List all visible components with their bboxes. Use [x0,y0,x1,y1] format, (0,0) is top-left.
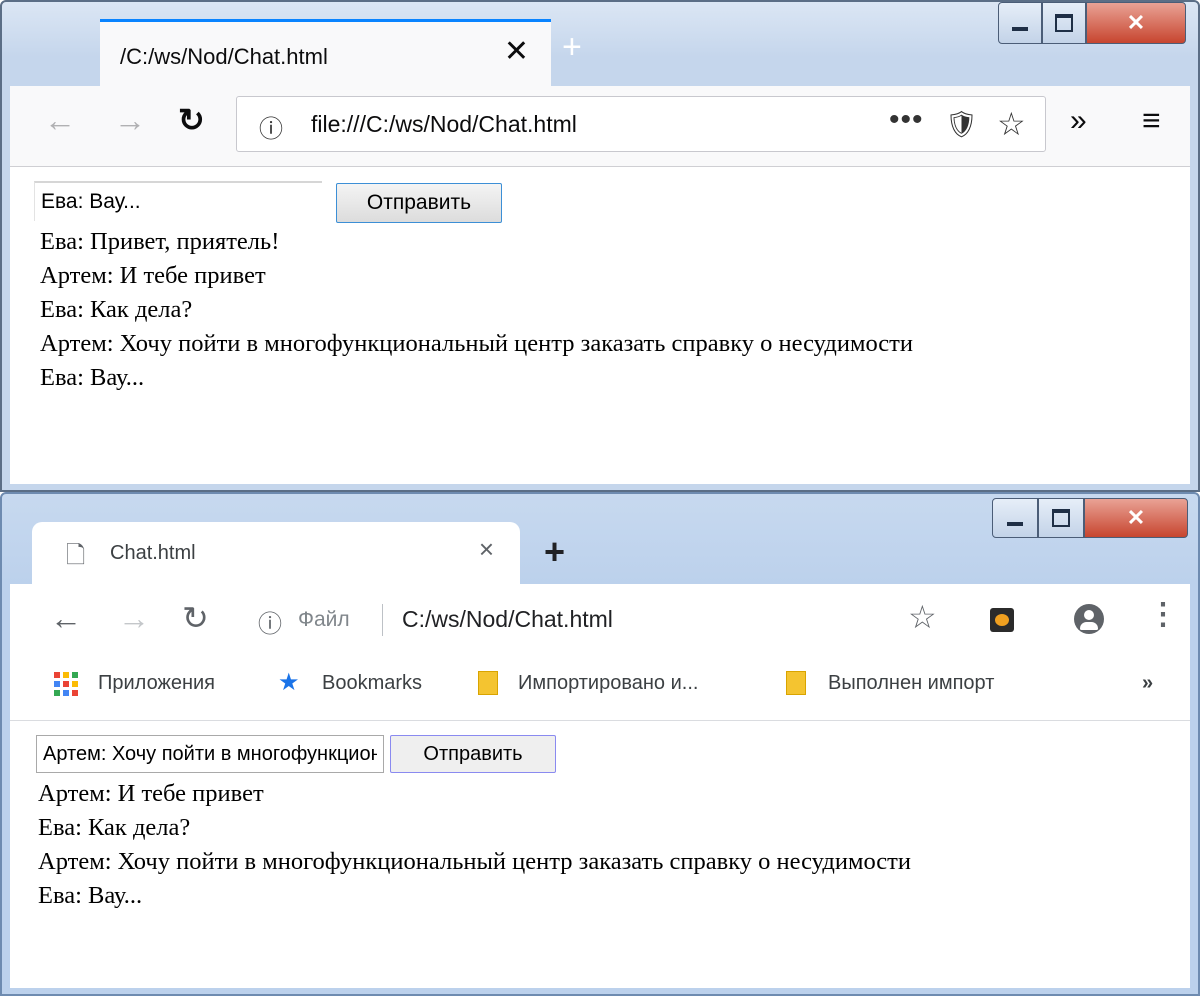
chat-message: Ева: Привет, приятель! [40,228,280,255]
minimize-icon [1007,522,1023,526]
more-icon[interactable]: ••• [889,103,924,137]
pocket-icon[interactable]: 🛡 [945,109,978,140]
bookmark-bookmarks[interactable]: Bookmarks [322,672,422,695]
chrome-window: ✕ 🗋 Chat.html × + ← → ↻ ⓘ Файл C:/ws/Nod… [0,492,1200,996]
double-chevron-icon[interactable]: » [1070,106,1087,136]
url-text[interactable]: C:/ws/Nod/Chat.html [402,606,613,633]
forward-arrow-icon[interactable]: → [118,602,150,634]
tab-close-icon[interactable]: × [479,536,494,562]
maximize-icon [1055,14,1073,32]
back-arrow-icon[interactable]: ← [44,104,76,136]
url-scheme-label: Файл [298,608,350,631]
minimize-button[interactable] [992,498,1038,538]
chat-message: Ева: Как дела? [38,814,191,841]
firefox-window: ✕ /C:/ws/Nod/Chat.html ✕ + ← → ↻ ⓘ file:… [0,0,1200,492]
url-bar[interactable]: ⓘ file:///C:/ws/Nod/Chat.html ••• 🛡 ☆ [236,96,1046,152]
message-list: Ева: Привет, приятель! Артем: И тебе прив… [40,225,913,395]
kebab-menu-icon[interactable]: ⋮ [1148,600,1178,630]
close-icon: ✕ [1126,505,1146,530]
minimize-icon [1012,27,1028,31]
extension-icon[interactable] [990,608,1014,632]
chat-message: Артем: И тебе привет [38,780,264,807]
reload-icon[interactable]: ↻ [178,104,205,136]
chat-message: Артем: Хочу пойти в многофункциональный … [40,330,914,357]
tab-title: Chat.html [110,542,196,564]
hamburger-menu-icon[interactable]: ≡ [1142,104,1161,136]
reload-icon[interactable]: ↻ [182,602,209,634]
new-tab-button[interactable]: + [562,30,582,64]
apps-grid-icon [54,672,78,696]
new-tab-button[interactable]: + [544,534,565,570]
chat-message: Ева: Вау... [38,882,143,909]
star-icon[interactable]: ☆ [908,598,937,636]
chat-message: Артем: И тебе привет [40,262,266,289]
bookmark-imported-folder[interactable]: Импортировано и... [518,672,698,695]
tab-close-icon[interactable]: ✕ [504,37,529,67]
message-list: Артем: И тебе привет Ева: Как дела? Артем:… [38,777,911,913]
chat-message: Ева: Вау... [40,364,145,391]
tab-chat-html[interactable]: /C:/ws/Nod/Chat.html ✕ [100,19,551,86]
tab-title: /C:/ws/Nod/Chat.html [120,44,328,69]
chat-message-input[interactable] [36,735,384,773]
star-icon[interactable]: ☆ [997,105,1026,143]
navigation-toolbar: ← → ↻ ⓘ Файл C:/ws/Nod/Chat.html ☆ ⋮ При… [10,584,1190,721]
bookmarks-overflow-icon[interactable]: » [1142,672,1153,695]
maximize-icon [1052,509,1070,527]
folder-icon [786,671,806,695]
send-button[interactable]: Отправить [390,735,556,773]
page-content: Отправить Артем: И тебе привет Ева: Как д… [10,721,1190,988]
close-window-button[interactable]: ✕ [1084,498,1188,538]
forward-arrow-icon[interactable]: → [114,104,146,136]
navigation-toolbar: ← → ↻ ⓘ file:///C:/ws/Nod/Chat.html ••• … [10,86,1190,167]
tab-chat-html[interactable]: 🗋 Chat.html × [32,522,520,584]
close-window-button[interactable]: ✕ [1086,2,1186,44]
star-icon: ★ [278,669,300,696]
url-separator [382,604,383,636]
maximize-button[interactable] [1042,2,1086,44]
chat-message: Ева: Как дела? [40,296,193,323]
file-icon: 🗋 [66,542,86,569]
profile-icon[interactable] [1074,604,1104,634]
info-icon[interactable]: ⓘ [258,604,282,639]
chat-message: Артем: Хочу пойти в многофункциональный … [38,848,912,875]
bookmark-import-done-folder[interactable]: Выполнен импорт [828,672,994,695]
back-arrow-icon[interactable]: ← [50,602,82,634]
close-icon: ✕ [1126,10,1146,35]
info-icon[interactable]: ⓘ [259,109,283,144]
send-button[interactable]: Отправить [336,183,502,223]
maximize-button[interactable] [1038,498,1084,538]
chat-message-input[interactable] [34,181,322,221]
page-content: Отправить Ева: Привет, приятель! Артем: И… [10,167,1190,484]
bookmark-apps[interactable]: Приложения [98,672,215,695]
minimize-button[interactable] [998,2,1042,44]
url-text: file:///C:/ws/Nod/Chat.html [311,111,577,137]
folder-icon [478,671,498,695]
